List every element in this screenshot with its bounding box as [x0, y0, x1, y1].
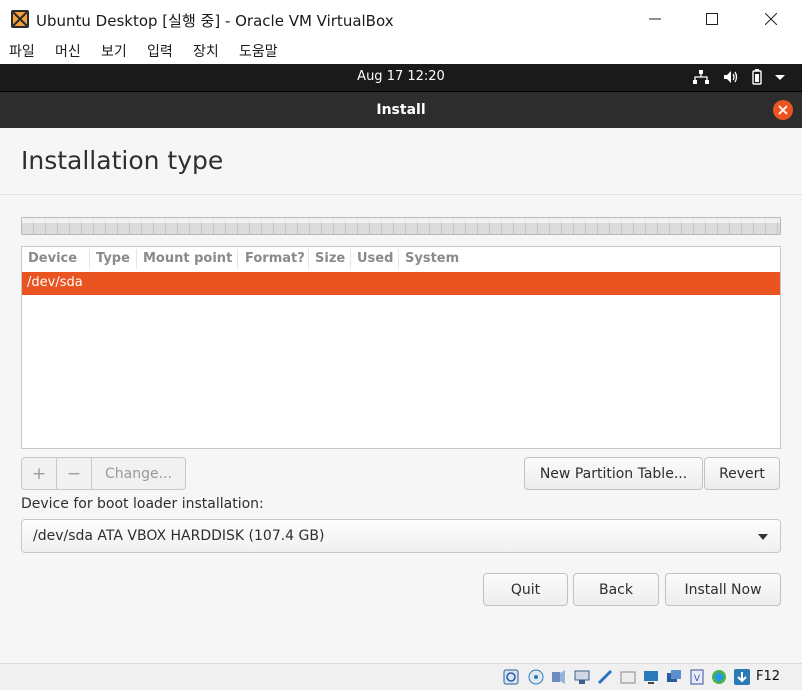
system-menu-arrow-icon[interactable] [774, 68, 786, 86]
maximize-icon [706, 13, 718, 25]
clock[interactable]: Aug 17 12:20 [0, 69, 802, 84]
minimize-icon [649, 18, 661, 20]
column-separator [308, 249, 309, 269]
optical-drive-icon[interactable] [527, 668, 545, 686]
partition-edit-buttons: + − Change... [21, 457, 186, 490]
shared-folders-icon[interactable] [619, 668, 637, 686]
guest-additions-icon[interactable] [710, 668, 728, 686]
column-mount-point[interactable]: Mount point [143, 251, 232, 266]
column-size[interactable]: Size [315, 251, 345, 266]
column-system[interactable]: System [405, 251, 459, 266]
close-icon [765, 13, 777, 25]
menu-machine[interactable]: 머신 [55, 41, 81, 61]
audio-icon[interactable] [550, 668, 568, 686]
revert-button[interactable]: Revert [704, 457, 780, 490]
partition-row-selected[interactable]: /dev/sda [22, 272, 780, 295]
column-separator [136, 249, 137, 269]
menu-view[interactable]: 보기 [101, 41, 127, 61]
boot-loader-select[interactable]: /dev/sda ATA VBOX HARDDISK (107.4 GB) [21, 519, 781, 553]
page-title: Installation type [21, 146, 224, 175]
gnome-topbar: Aug 17 12:20 [0, 64, 802, 91]
back-button[interactable]: Back [573, 573, 659, 606]
menu-input[interactable]: 입력 [147, 41, 173, 61]
host-key-label: F12 [756, 669, 781, 684]
volume-icon[interactable] [722, 68, 740, 86]
display-icon[interactable] [642, 668, 660, 686]
menu-file[interactable]: 파일 [9, 41, 35, 61]
column-separator [350, 249, 351, 269]
install-close-button[interactable] [773, 100, 793, 120]
installer-page: Installation type Device Type Mount poin… [0, 128, 802, 663]
window-title: Ubuntu Desktop [실행 중] - Oracle VM Virtua… [36, 12, 394, 30]
new-partition-table-button[interactable]: New Partition Table... [524, 457, 703, 490]
change-partition-button[interactable]: Change... [92, 457, 186, 490]
usb-icon[interactable] [596, 668, 614, 686]
battery-icon[interactable] [748, 68, 766, 86]
boot-loader-label: Device for boot loader installation: [21, 496, 264, 512]
column-separator [237, 249, 238, 269]
virtualization-icon[interactable]: V [688, 668, 706, 686]
column-format[interactable]: Format? [245, 251, 305, 266]
boot-loader-value: /dev/sda ATA VBOX HARDDISK (107.4 GB) [33, 528, 325, 544]
add-partition-button[interactable]: + [21, 457, 57, 490]
partition-bar [21, 217, 781, 235]
vbox-statusbar: V F12 [0, 663, 802, 690]
column-type[interactable]: Type [96, 251, 130, 266]
window-titlebar: Ubuntu Desktop [실행 중] - Oracle VM Virtua… [0, 0, 802, 38]
divider [0, 194, 802, 195]
partition-table[interactable]: Device Type Mount point Format? Size Use… [21, 246, 781, 449]
close-window-button[interactable] [748, 0, 794, 38]
quit-button[interactable]: Quit [483, 573, 568, 606]
column-used[interactable]: Used [357, 251, 393, 266]
hard-disk-icon[interactable] [502, 668, 520, 686]
video-capture-icon[interactable] [665, 668, 683, 686]
install-headerbar: Install [0, 91, 802, 128]
svg-text:V: V [694, 674, 701, 684]
maximize-button[interactable] [689, 0, 735, 38]
virtualbox-app-icon [11, 10, 29, 28]
network-icon[interactable] [692, 68, 710, 86]
menu-help[interactable]: 도움말 [239, 41, 278, 61]
column-separator [398, 249, 399, 269]
partition-device-label: /dev/sda [27, 275, 83, 290]
remove-partition-button[interactable]: − [57, 457, 92, 490]
column-separator [89, 249, 90, 269]
column-device[interactable]: Device [28, 251, 77, 266]
network-adapter-icon[interactable] [573, 668, 591, 686]
minimize-button[interactable] [632, 0, 678, 38]
install-now-button[interactable]: Install Now [665, 573, 781, 606]
menubar: 파일 머신 보기 입력 장치 도움말 [0, 38, 802, 64]
close-icon [778, 105, 788, 115]
install-title: Install [376, 102, 426, 118]
keyboard-capture-icon[interactable] [733, 668, 751, 686]
dropdown-arrow-icon [758, 534, 768, 540]
menu-devices[interactable]: 장치 [193, 41, 219, 61]
partition-table-header: Device Type Mount point Format? Size Use… [22, 247, 780, 271]
